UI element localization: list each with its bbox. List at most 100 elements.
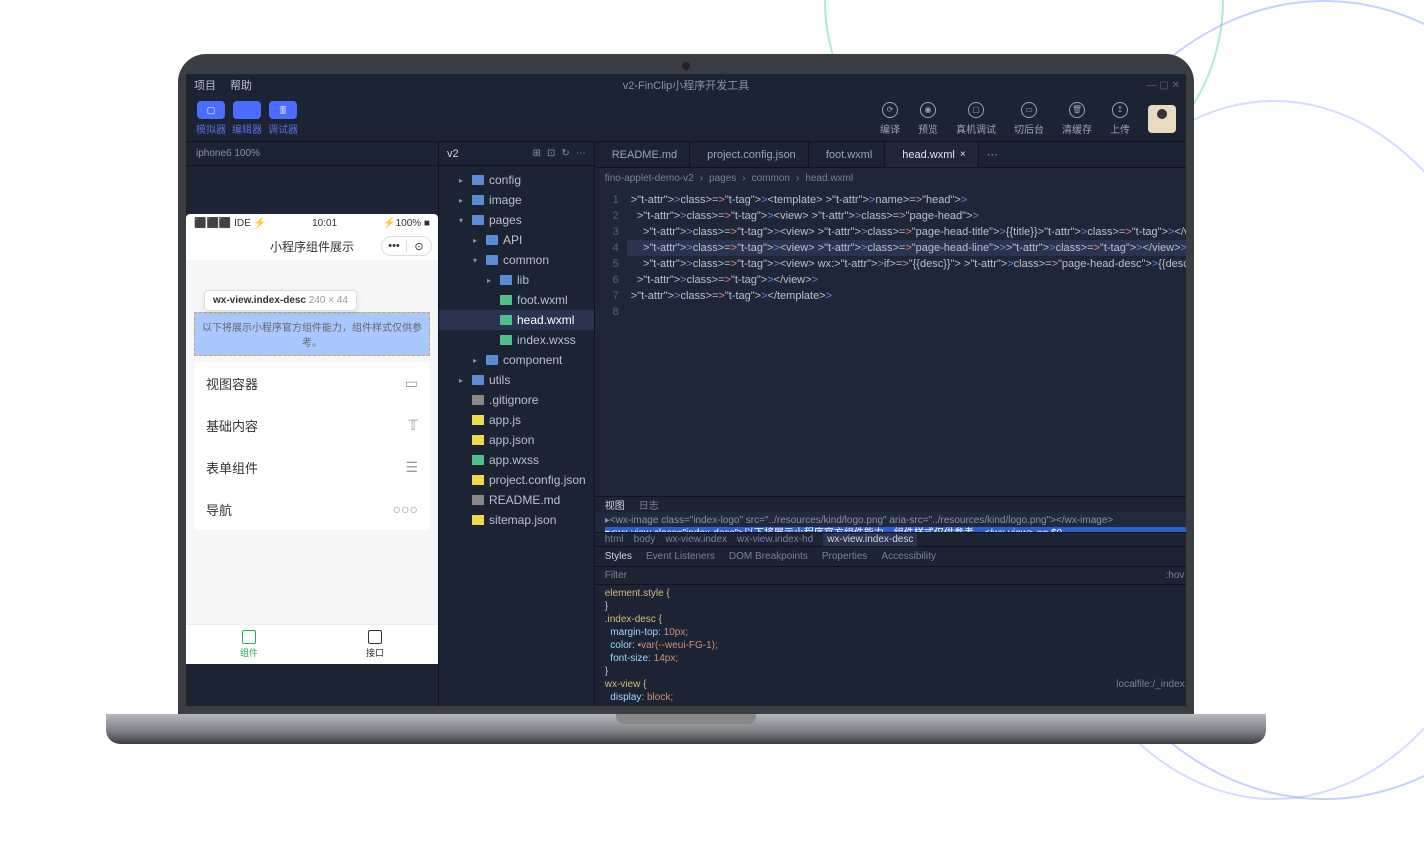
tree-item-.gitignore[interactable]: .gitignore [439, 390, 594, 410]
tree-item-project.config.json[interactable]: project.config.json [439, 470, 594, 490]
sim-menu-item[interactable]: 导航○○○ [194, 488, 430, 530]
tree-item-app.wxss[interactable]: app.wxss [439, 450, 594, 470]
tree-item-app.js[interactable]: app.js [439, 410, 594, 430]
breadcrumb-seg[interactable]: fino-applet-demo-v2 [605, 173, 694, 184]
styles-tab-DOM Breakpoints[interactable]: DOM Breakpoints [729, 551, 808, 562]
phone-tab-接口[interactable]: 接口 [312, 625, 438, 664]
explorer-action[interactable]: ⋯ [576, 148, 586, 159]
tabs-more-icon[interactable]: ⋯ [979, 148, 1006, 161]
devtools-tab-log[interactable]: 日志 [639, 497, 659, 512]
css-rule[interactable]: .index-desc {</span></div> [605, 613, 1186, 626]
tree-item-README.md[interactable]: README.md [439, 490, 594, 510]
dom-crumb[interactable]: html [605, 534, 624, 545]
phone-tab-组件[interactable]: 组件 [186, 625, 312, 664]
dom-crumb[interactable]: wx-view.index [665, 534, 727, 545]
tree-item-image[interactable]: ▸image [439, 190, 594, 210]
css-raw: } [605, 665, 1186, 678]
highlighted-element[interactable]: 以下将展示小程序官方组件能力，组件样式仅供参考。 [194, 312, 430, 356]
toolbar-btn-真机调试[interactable]: ▢真机调试 [956, 102, 996, 136]
breadcrumb-seg[interactable]: head.wxml [805, 173, 853, 184]
mode-btn-2[interactable]: ⫿⫿调试器 [268, 101, 298, 136]
explorer-root[interactable]: v2 [447, 148, 459, 160]
window-controls[interactable]: — ▢ ✕ [1147, 80, 1180, 91]
devtools: 视图 日志 ▸<wx-image class="index-logo" src=… [595, 496, 1186, 706]
status-left: ⬛⬛⬛ IDE ⚡ [194, 218, 266, 229]
inspect-tooltip: wx-view.index-desc 240 × 44 [204, 290, 357, 311]
tree-item-head.wxml[interactable]: head.wxml [439, 310, 594, 330]
tree-item-common[interactable]: ▾common [439, 250, 594, 270]
code-line[interactable]: >"t-attr">>class>=>"t-tag">><view> wx:>"… [627, 256, 1186, 272]
menubar: 项目 帮助 v2-FinClip小程序开发工具 — ▢ ✕ [186, 74, 1186, 96]
devtools-tab-view[interactable]: 视图 [605, 497, 625, 512]
close-icon[interactable]: × [960, 149, 966, 160]
editor-tab-head.wxml[interactable]: head.wxml× [885, 142, 978, 167]
css-decl[interactable]: display: block; [605, 691, 1186, 704]
code-line[interactable]: >"t-attr">>class>=>"t-tag">></template>> [627, 288, 1186, 304]
styles-tab-Event Listeners[interactable]: Event Listeners [646, 551, 715, 562]
nav-title: 小程序组件展示 [270, 238, 354, 255]
toolbar-btn-清缓存[interactable]: 🗑清缓存 [1062, 102, 1092, 136]
dom-crumb[interactable]: body [634, 534, 656, 545]
tree-item-utils[interactable]: ▸utils [439, 370, 594, 390]
styles-tab-Styles[interactable]: Styles [605, 551, 632, 562]
editor-tab-foot.wxml[interactable]: foot.wxml [809, 142, 885, 167]
file-explorer: v2 ⊞ ⊡ ↻ ⋯ ▸config▸image▾pages▸API▾common▸l… [438, 142, 595, 706]
menu-project[interactable]: 项目 [194, 77, 216, 93]
code-line[interactable]: >"t-attr">>class>=>"t-tag">><template> >… [627, 192, 1186, 208]
styles-tab-Accessibility[interactable]: Accessibility [881, 551, 935, 562]
avatar[interactable] [1148, 105, 1176, 133]
toolbar-btn-编译[interactable]: ⟳编译 [880, 102, 900, 136]
explorer-action[interactable]: ⊞ [533, 148, 541, 159]
code-line[interactable]: >"t-attr">>class>=>"t-tag">><view> >"t-a… [627, 224, 1186, 240]
css-decl[interactable]: color: ▪var(--weui-FG-1); [605, 639, 1186, 652]
window-title: v2-FinClip小程序开发工具 [623, 77, 750, 93]
tree-item-foot.wxml[interactable]: foot.wxml [439, 290, 594, 310]
capsule[interactable]: •••⊙ [381, 236, 432, 256]
editor-tab-README.md[interactable]: README.md [595, 142, 690, 167]
mode-btn-1[interactable]: 编辑器 [232, 101, 262, 136]
styles-tab-Properties[interactable]: Properties [822, 551, 868, 562]
sim-menu-item[interactable]: 表单组件☰ [194, 446, 430, 488]
css-rule[interactable]: element.style { [605, 587, 1186, 600]
tree-item-config[interactable]: ▸config [439, 170, 594, 190]
editor-area: README.mdproject.config.jsonfoot.wxmlhea… [595, 142, 1186, 706]
explorer-action[interactable]: ↻ [561, 148, 569, 159]
tree-item-API[interactable]: ▸API [439, 230, 594, 250]
css-decl[interactable]: font-size: 14px; [605, 652, 1186, 665]
dom-crumb[interactable]: wx-view.index-hd [737, 534, 813, 545]
status-time: 10:01 [312, 218, 337, 229]
mode-btn-0[interactable]: ▢模拟器 [196, 101, 226, 136]
tree-item-component[interactable]: ▸component [439, 350, 594, 370]
code-line[interactable]: >"t-attr">>class>=>"t-tag">><view> >"t-a… [627, 208, 1186, 224]
sim-menu-item[interactable]: 视图容器▭ [194, 362, 430, 404]
toolbar-btn-切后台[interactable]: ▭切后台 [1014, 102, 1044, 136]
breadcrumb-seg[interactable]: pages [709, 173, 736, 184]
sim-menu-item[interactable]: 基础内容𝕋 [194, 404, 430, 446]
status-right: ⚡100% ■ [383, 218, 430, 229]
code-line[interactable]: >"t-attr">>class>=>"t-tag">></view>> [627, 272, 1186, 288]
code-line[interactable]: >"t-attr">>class>=>"t-tag">><view> >"t-a… [627, 240, 1186, 256]
explorer-action[interactable]: ⊡ [547, 148, 555, 159]
toolbar: ▢模拟器编辑器⫿⫿调试器 ⟳编译 ◉预览 ▢真机调试 ▭切后台 🗑清缓存 ↥上传 [186, 96, 1186, 142]
tree-item-app.json[interactable]: app.json [439, 430, 594, 450]
styles-filter-opts[interactable]: :hov .cls + [1165, 570, 1186, 581]
breadcrumb-seg[interactable]: common [752, 173, 790, 184]
dom-crumb[interactable]: wx-view.index-desc [823, 533, 917, 546]
dom-node[interactable]: ▸<wx-image class="index-logo" src="../re… [605, 514, 1186, 527]
css-raw: } [605, 600, 1186, 613]
styles-filter[interactable]: Filter [605, 570, 627, 581]
toolbar-btn-预览[interactable]: ◉预览 [918, 102, 938, 136]
laptop-frame: 项目 帮助 v2-FinClip小程序开发工具 — ▢ ✕ ▢模拟器编辑器⫿⫿调… [156, 54, 1216, 774]
toolbar-btn-上传[interactable]: ↥上传 [1110, 102, 1130, 136]
tree-item-pages[interactable]: ▾pages [439, 210, 594, 230]
editor-tab-project.config.json[interactable]: project.config.json [690, 142, 809, 167]
simulator-device-label[interactable]: iphone6 100% [186, 142, 438, 166]
css-decl[interactable]: margin-top: 10px; [605, 626, 1186, 639]
tree-item-sitemap.json[interactable]: sitemap.json [439, 510, 594, 530]
menu-help[interactable]: 帮助 [230, 77, 252, 93]
css-rule[interactable]: wx-view {localfile:/_index.css:2 [605, 678, 1186, 691]
tree-item-index.wxss[interactable]: index.wxss [439, 330, 594, 350]
phone-preview: ⬛⬛⬛ IDE ⚡ 10:01 ⚡100% ■ 小程序组件展示 •••⊙ wx-… [186, 214, 438, 664]
ide-window: 项目 帮助 v2-FinClip小程序开发工具 — ▢ ✕ ▢模拟器编辑器⫿⫿调… [186, 74, 1186, 706]
tree-item-lib[interactable]: ▸lib [439, 270, 594, 290]
